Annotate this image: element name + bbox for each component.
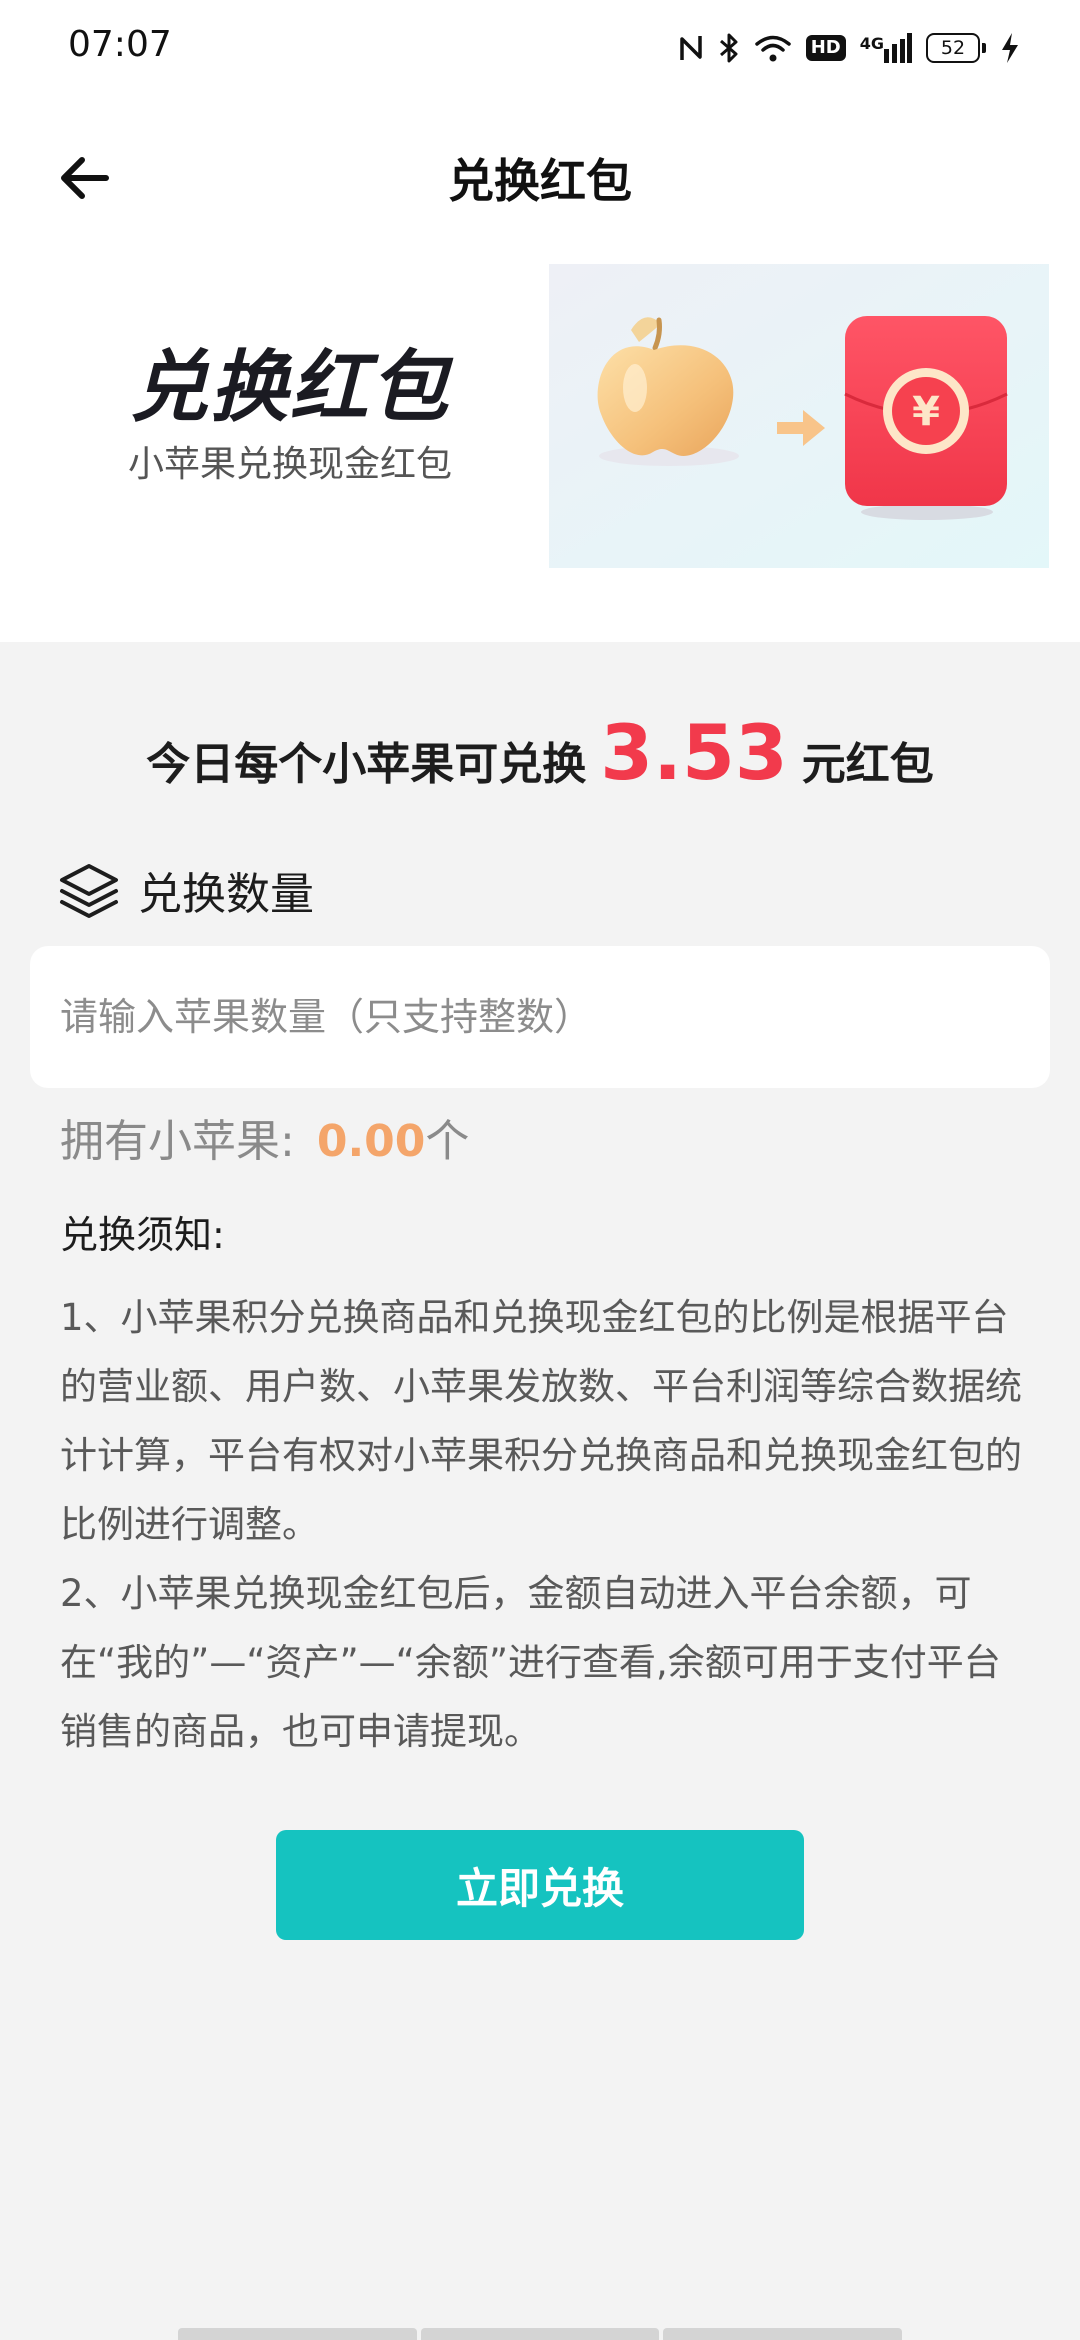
gesture-bar (178, 2328, 903, 2340)
status-time: 07:07 (68, 24, 172, 65)
exchange-now-button[interactable]: 立即兑换 (276, 1830, 804, 1940)
apple-quantity-input[interactable] (30, 946, 1050, 1088)
banner-subtitle: 小苹果兑换现金红包 (127, 444, 452, 485)
banner-illustration: ¥ (549, 264, 1049, 568)
notice-title: 兑换须知: (60, 1213, 225, 1257)
cellular-4g-icon: 4G (860, 33, 912, 63)
rate-prefix: 今日每个小苹果可兑换 (146, 739, 587, 790)
owned-unit: 个 (425, 1116, 470, 1167)
signal-bars-icon (884, 33, 912, 63)
red-envelope-icon: ¥ (844, 316, 1008, 520)
nfc-icon (679, 36, 702, 60)
battery-icon: 52 (926, 33, 986, 63)
owned-value: 0.00 (316, 1116, 426, 1167)
bluetooth-icon (719, 33, 738, 63)
battery-level: 52 (926, 33, 980, 63)
hd-icon: HD (805, 35, 846, 61)
owned-apples: 拥有小苹果: 0.00个 (60, 1110, 469, 1174)
rate-value: 3.53 (600, 708, 788, 797)
layers-icon (60, 864, 118, 918)
section-heading: 兑换数量 (58, 858, 314, 922)
rate-suffix: 元红包 (801, 739, 934, 790)
status-icons: HD 4G 52 (678, 26, 1020, 70)
owned-label: 拥有小苹果: (60, 1116, 295, 1167)
notice-item: 2、小苹果兑换现金红包后，金额自动进入平台余额，可在“我的”—“资产”—“余额”… (60, 1572, 1001, 1753)
wifi-icon (754, 35, 791, 62)
exchange-rate: 今日每个小苹果可兑换 3.53 元红包 (0, 708, 1080, 797)
charging-icon (1002, 33, 1018, 63)
section-label: 兑换数量 (138, 869, 314, 920)
envelope-yuan-symbol: ¥ (912, 389, 940, 435)
network-type-label: 4G (859, 34, 884, 53)
banner-title: 兑换红包 (129, 343, 450, 433)
page-title: 兑换红包 (448, 154, 632, 208)
notice-body: 1、小苹果积分兑换商品和兑换现金红包的比例是根据平台的营业额、用户数、小苹果发放… (60, 1283, 1030, 1766)
notice-item: 1、小苹果积分兑换商品和兑换现金红包的比例是根据平台的营业额、用户数、小苹果发放… (60, 1296, 1022, 1546)
